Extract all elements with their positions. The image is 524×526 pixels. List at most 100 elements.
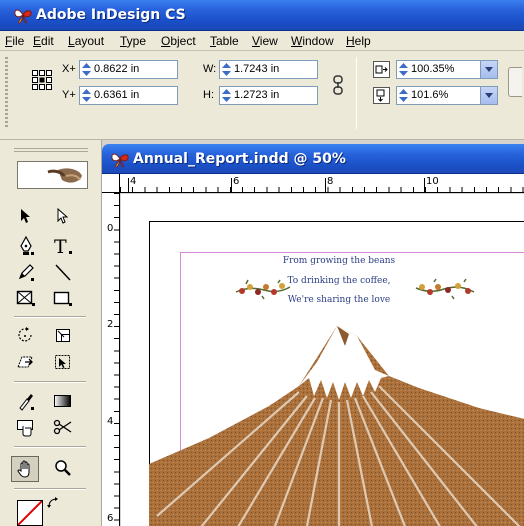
menu-file[interactable]: File: [5, 34, 24, 48]
tool-separator: [14, 381, 86, 383]
width-field[interactable]: 1.7243 in: [219, 60, 318, 79]
menu-help[interactable]: Help: [346, 34, 371, 48]
fill-swatch[interactable]: [17, 500, 43, 526]
button-hand-icon: [17, 420, 33, 437]
document-window: Annual_Report.indd @ 50% 4 6 8 10 0 2 4 …: [102, 144, 524, 526]
document-title: Annual_Report.indd @ 50%: [133, 151, 346, 167]
control-palette: X+ 0.8622 in Y+ 0.6361 in W: 1.7243 in H…: [0, 51, 524, 140]
ruler-label: 0: [107, 223, 114, 234]
scissors-icon: [53, 419, 72, 435]
scale-y-dropdown[interactable]: 101.6%: [396, 86, 498, 105]
floral-ornament-left: [235, 279, 291, 300]
ruler-origin[interactable]: [102, 174, 120, 193]
menu-edit[interactable]: Edit: [33, 34, 54, 48]
y-label: Y+: [62, 89, 76, 101]
ruler-minor-ticks: [114, 193, 119, 526]
type-tool[interactable]: T: [50, 234, 76, 258]
pen-icon: [20, 236, 34, 255]
stepper-arrows-icon[interactable]: [82, 89, 91, 102]
stepper-arrows-icon[interactable]: [399, 89, 408, 102]
pen-tool[interactable]: [13, 234, 39, 258]
constrain-proportions-icon[interactable]: [332, 75, 344, 95]
indesign-butterfly-icon: [14, 9, 32, 24]
menu-table[interactable]: Table: [210, 34, 239, 48]
free-transform-tool[interactable]: [50, 350, 76, 374]
scale-tool[interactable]: [50, 324, 76, 348]
stepper-arrows-icon[interactable]: [222, 89, 231, 102]
chevron-down-icon[interactable]: [480, 87, 497, 104]
button-tool[interactable]: [13, 415, 39, 439]
h-label: H:: [203, 89, 214, 101]
tool-separator: [14, 488, 86, 490]
menu-window[interactable]: Window: [291, 34, 334, 48]
stepper-arrows-icon[interactable]: [222, 63, 231, 76]
hand-tool[interactable]: [11, 456, 39, 482]
app-title: Adobe InDesign CS: [36, 7, 186, 23]
hand-icon: [17, 460, 30, 478]
swap-fill-stroke-icon[interactable]: [46, 496, 60, 510]
shear-tool[interactable]: [13, 350, 39, 374]
chevron-down-icon[interactable]: [480, 61, 497, 78]
floral-ornament-right: [415, 278, 475, 300]
poem-line-1[interactable]: From growing the beans: [150, 256, 524, 266]
indesign-window: Adobe InDesign CS File Edit Layout Type …: [0, 0, 524, 526]
direct-selection-tool[interactable]: [50, 204, 76, 228]
scale-icon: [56, 329, 70, 342]
height-field[interactable]: 1.2723 in: [219, 86, 318, 105]
palette-divider: [356, 57, 357, 129]
menu-type[interactable]: Type: [120, 34, 146, 48]
ruler-minor-ticks: [120, 187, 524, 192]
ruler-label: 4: [107, 416, 114, 427]
horizontal-ruler[interactable]: 4 6 8 10: [120, 174, 524, 193]
selection-tool[interactable]: [13, 204, 39, 228]
scale-x-dropdown[interactable]: 100.35%: [396, 60, 498, 79]
x-position-value: 0.8622 in: [94, 63, 140, 75]
stepper-arrows-icon[interactable]: [82, 63, 91, 76]
line-tool[interactable]: [50, 260, 76, 284]
tool-separator: [14, 316, 86, 318]
direct-selection-arrow-icon: [57, 208, 69, 224]
pencil-icon: [18, 264, 34, 281]
rectangle-tool[interactable]: [50, 286, 76, 310]
vertical-ruler[interactable]: 0 2 4 6: [102, 193, 120, 526]
eyedropper-tool[interactable]: [13, 389, 39, 413]
ruler-label: 6: [233, 176, 240, 187]
indesign-document-icon: [111, 153, 129, 168]
y-position-field[interactable]: 0.6361 in: [79, 86, 178, 105]
menu-layout[interactable]: Layout: [68, 34, 104, 48]
pencil-tool[interactable]: [13, 260, 39, 284]
rotate-tool[interactable]: [13, 324, 39, 348]
type-icon: T: [54, 236, 72, 256]
ruler-label: 10: [426, 176, 439, 187]
rectangle-frame-tool[interactable]: [13, 286, 39, 310]
ruler-label: 4: [130, 176, 137, 187]
scissors-tool[interactable]: [50, 415, 76, 439]
gradient-tool[interactable]: [50, 389, 76, 413]
menu-bar: File Edit Layout Type Object Table View …: [0, 31, 524, 51]
mountain-illustration: [149, 326, 524, 526]
rectangle-frame-icon: [16, 290, 35, 306]
gradient-icon: [54, 395, 71, 407]
pasteboard[interactable]: From growing the beans To drinking the c…: [121, 194, 524, 526]
menu-view[interactable]: View: [252, 34, 278, 48]
scale-x-icon: [373, 61, 390, 78]
document-title-bar[interactable]: Annual_Report.indd @ 50%: [102, 144, 524, 174]
x-position-field[interactable]: 0.8622 in: [79, 60, 178, 79]
app-title-bar[interactable]: Adobe InDesign CS: [0, 0, 524, 31]
document-page[interactable]: From growing the beans To drinking the c…: [149, 221, 524, 526]
height-value: 1.2723 in: [234, 89, 280, 101]
more-options-button[interactable]: [508, 67, 522, 97]
scale-x-value: 100.35%: [411, 63, 455, 75]
none-swatch-icon: [17, 500, 43, 526]
zoom-tool[interactable]: [50, 456, 76, 480]
stepper-arrows-icon[interactable]: [399, 63, 408, 76]
svg-text:T: T: [54, 236, 67, 256]
palette-grip[interactable]: [5, 57, 8, 129]
reference-point-icon[interactable]: [31, 69, 53, 91]
free-transform-icon: [55, 355, 70, 369]
tools-panel: T: [0, 140, 102, 526]
y-position-value: 0.6361 in: [94, 89, 140, 101]
panel-grip[interactable]: [14, 148, 88, 154]
tool-separator: [14, 446, 86, 448]
menu-object[interactable]: Object: [161, 34, 196, 48]
